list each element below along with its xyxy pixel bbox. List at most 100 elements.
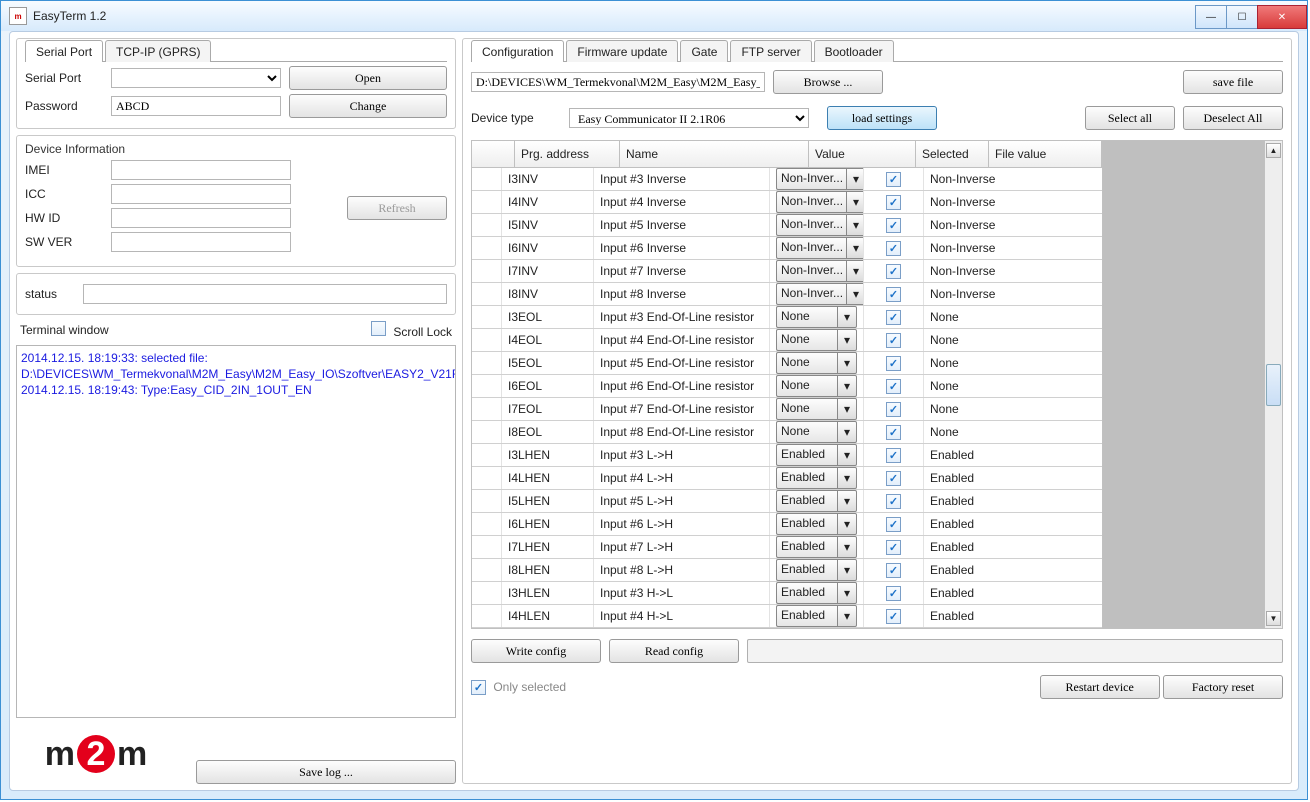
table-row[interactable]: I4EOLInput #4 End-Of-Line resistorNone▾✓…: [472, 329, 1102, 352]
table-row[interactable]: I8EOLInput #8 End-Of-Line resistorNone▾✓…: [472, 421, 1102, 444]
selected-checkbox[interactable]: ✓: [886, 287, 901, 302]
value-dropdown[interactable]: Non-Inver...▾: [776, 191, 864, 213]
selected-checkbox[interactable]: ✓: [886, 356, 901, 371]
table-row[interactable]: I3EOLInput #3 End-Of-Line resistorNone▾✓…: [472, 306, 1102, 329]
chevron-down-icon[interactable]: ▾: [846, 260, 864, 282]
table-row[interactable]: I8INVInput #8 InverseNon-Inver...▾✓Non-I…: [472, 283, 1102, 306]
minimize-button[interactable]: —: [1195, 5, 1227, 29]
value-dropdown[interactable]: Enabled▾: [776, 444, 857, 466]
value-dropdown[interactable]: Enabled▾: [776, 536, 857, 558]
config-path-input[interactable]: [471, 72, 765, 92]
selected-checkbox[interactable]: ✓: [886, 563, 901, 578]
config-table[interactable]: I3INVInput #3 InverseNon-Inver...▾✓Non-I…: [471, 168, 1103, 629]
value-dropdown[interactable]: Non-Inver...▾: [776, 168, 864, 190]
table-row[interactable]: I3LHENInput #3 L->HEnabled▾✓Enabled: [472, 444, 1102, 467]
refresh-button[interactable]: Refresh: [347, 196, 447, 220]
maximize-button[interactable]: ☐: [1226, 5, 1258, 29]
selected-checkbox[interactable]: ✓: [886, 517, 901, 532]
value-dropdown[interactable]: Enabled▾: [776, 467, 857, 489]
terminal-window[interactable]: 2014.12.15. 18:19:33: selected file: D:\…: [16, 345, 456, 718]
value-dropdown[interactable]: Non-Inver...▾: [776, 283, 864, 305]
restart-device-button[interactable]: Restart device: [1040, 675, 1160, 699]
chevron-down-icon[interactable]: ▾: [837, 513, 857, 535]
device-type-select[interactable]: Easy Communicator II 2.1R06: [569, 108, 809, 128]
value-dropdown[interactable]: None▾: [776, 375, 857, 397]
value-dropdown[interactable]: Enabled▾: [776, 605, 857, 627]
write-config-button[interactable]: Write config: [471, 639, 601, 663]
chevron-down-icon[interactable]: ▾: [837, 352, 857, 374]
table-row[interactable]: I6LHENInput #6 L->HEnabled▾✓Enabled: [472, 513, 1102, 536]
table-row[interactable]: I7EOLInput #7 End-Of-Line resistorNone▾✓…: [472, 398, 1102, 421]
change-button[interactable]: Change: [289, 94, 447, 118]
chevron-down-icon[interactable]: ▾: [837, 421, 857, 443]
value-dropdown[interactable]: None▾: [776, 306, 857, 328]
selected-checkbox[interactable]: ✓: [886, 540, 901, 555]
chevron-down-icon[interactable]: ▾: [837, 467, 857, 489]
table-row[interactable]: I4INVInput #4 InverseNon-Inver...▾✓Non-I…: [472, 191, 1102, 214]
chevron-down-icon[interactable]: ▾: [837, 605, 857, 627]
scroll-lock-checkbox[interactable]: [371, 321, 386, 336]
scroll-up-icon[interactable]: ▲: [1266, 143, 1281, 158]
value-dropdown[interactable]: None▾: [776, 329, 857, 351]
chevron-down-icon[interactable]: ▾: [837, 375, 857, 397]
select-all-button[interactable]: Select all: [1085, 106, 1175, 130]
selected-checkbox[interactable]: ✓: [886, 310, 901, 325]
chevron-down-icon[interactable]: ▾: [837, 582, 857, 604]
value-dropdown[interactable]: Enabled▾: [776, 513, 857, 535]
chevron-down-icon[interactable]: ▾: [846, 283, 864, 305]
table-row[interactable]: I3INVInput #3 InverseNon-Inver...▾✓Non-I…: [472, 168, 1102, 191]
serial-port-select[interactable]: [111, 68, 281, 88]
left-tab-1[interactable]: TCP-IP (GPRS): [105, 40, 211, 62]
table-row[interactable]: I3HLENInput #3 H->LEnabled▾✓Enabled: [472, 582, 1102, 605]
table-row[interactable]: I7INVInput #7 InverseNon-Inver...▾✓Non-I…: [472, 260, 1102, 283]
selected-checkbox[interactable]: ✓: [886, 195, 901, 210]
selected-checkbox[interactable]: ✓: [886, 494, 901, 509]
right-tab-0[interactable]: Configuration: [471, 40, 564, 62]
chevron-down-icon[interactable]: ▾: [837, 398, 857, 420]
right-tab-3[interactable]: FTP server: [730, 40, 811, 62]
value-dropdown[interactable]: Enabled▾: [776, 559, 857, 581]
value-dropdown[interactable]: None▾: [776, 421, 857, 443]
right-tab-1[interactable]: Firmware update: [566, 40, 678, 62]
chevron-down-icon[interactable]: ▾: [846, 168, 864, 190]
table-row[interactable]: I4HLENInput #4 H->LEnabled▾✓Enabled: [472, 605, 1102, 628]
selected-checkbox[interactable]: ✓: [886, 586, 901, 601]
selected-checkbox[interactable]: ✓: [886, 218, 901, 233]
selected-checkbox[interactable]: ✓: [886, 425, 901, 440]
chevron-down-icon[interactable]: ▾: [837, 329, 857, 351]
close-button[interactable]: ✕: [1257, 5, 1307, 29]
selected-checkbox[interactable]: ✓: [886, 402, 901, 417]
selected-checkbox[interactable]: ✓: [886, 448, 901, 463]
chevron-down-icon[interactable]: ▾: [837, 559, 857, 581]
scroll-thumb[interactable]: [1266, 364, 1281, 406]
load-settings-button[interactable]: load settings: [827, 106, 937, 130]
selected-checkbox[interactable]: ✓: [886, 471, 901, 486]
value-dropdown[interactable]: Non-Inver...▾: [776, 214, 864, 236]
table-row[interactable]: I4LHENInput #4 L->HEnabled▾✓Enabled: [472, 467, 1102, 490]
deselect-all-button[interactable]: Deselect All: [1183, 106, 1283, 130]
factory-reset-button[interactable]: Factory reset: [1163, 675, 1283, 699]
selected-checkbox[interactable]: ✓: [886, 609, 901, 624]
chevron-down-icon[interactable]: ▾: [837, 306, 857, 328]
table-row[interactable]: I8LHENInput #8 L->HEnabled▾✓Enabled: [472, 559, 1102, 582]
table-row[interactable]: I6EOLInput #6 End-Of-Line resistorNone▾✓…: [472, 375, 1102, 398]
titlebar[interactable]: m EasyTerm 1.2 — ☐ ✕: [1, 1, 1307, 31]
chevron-down-icon[interactable]: ▾: [837, 444, 857, 466]
only-selected-checkbox[interactable]: ✓: [471, 680, 486, 695]
table-scrollbar[interactable]: ▲ ▼: [1265, 140, 1283, 629]
table-row[interactable]: I6INVInput #6 InverseNon-Inver...▾✓Non-I…: [472, 237, 1102, 260]
password-input[interactable]: [111, 96, 281, 116]
chevron-down-icon[interactable]: ▾: [846, 191, 864, 213]
value-dropdown[interactable]: Non-Inver...▾: [776, 260, 864, 282]
selected-checkbox[interactable]: ✓: [886, 379, 901, 394]
chevron-down-icon[interactable]: ▾: [846, 237, 864, 259]
browse-button[interactable]: Browse ...: [773, 70, 883, 94]
table-row[interactable]: I7LHENInput #7 L->HEnabled▾✓Enabled: [472, 536, 1102, 559]
save-file-button[interactable]: save file: [1183, 70, 1283, 94]
right-tab-2[interactable]: Gate: [680, 40, 728, 62]
table-row[interactable]: I5EOLInput #5 End-Of-Line resistorNone▾✓…: [472, 352, 1102, 375]
value-dropdown[interactable]: None▾: [776, 352, 857, 374]
selected-checkbox[interactable]: ✓: [886, 172, 901, 187]
open-button[interactable]: Open: [289, 66, 447, 90]
table-row[interactable]: I5INVInput #5 InverseNon-Inver...▾✓Non-I…: [472, 214, 1102, 237]
